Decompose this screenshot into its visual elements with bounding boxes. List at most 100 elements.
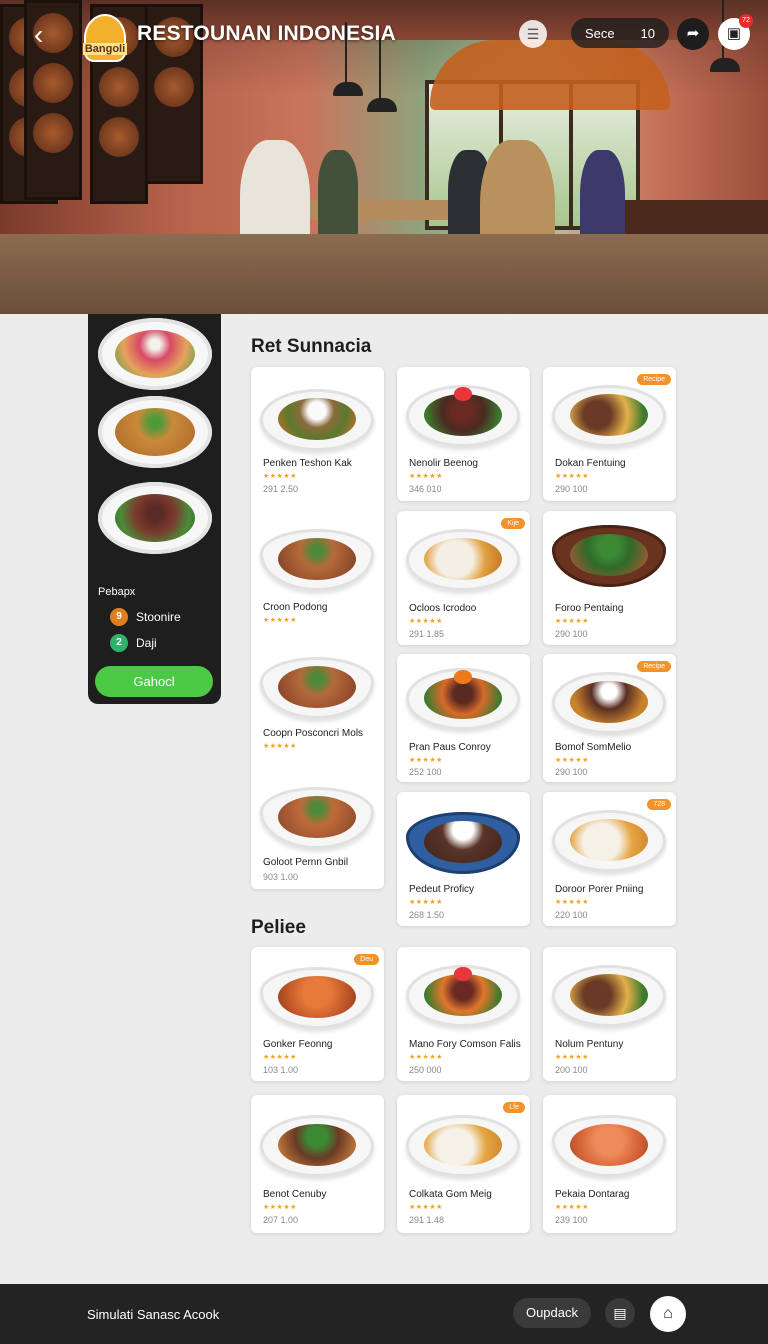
rating-stars: ★★★★★: [555, 1054, 589, 1061]
sidebar-dish[interactable]: [98, 482, 212, 554]
dish-image: [260, 787, 374, 849]
bottom-bar: Simulati Sanasc Acook Oupdack ▤ ⌂: [0, 1284, 768, 1344]
green-circle-icon: 2: [110, 634, 128, 652]
sidebar-option[interactable]: 9 Stoonire: [110, 608, 181, 626]
menu-card[interactable]: 728 Doroor Porer Pniing ★★★★★ 220 100: [543, 792, 676, 926]
dish-name: Benot Cenuby: [263, 1189, 327, 1200]
rating-stars: ★★★★★: [555, 757, 589, 764]
dish-price: 252 100: [409, 767, 442, 777]
menu-card[interactable]: Mano Fory Comson Falis ★★★★★ 250 000: [397, 947, 530, 1081]
menu-card[interactable]: Nenolir Beenog ★★★★★ 346 010: [397, 367, 530, 501]
dish-name: Foroo Pentaing: [555, 603, 624, 614]
dish-image: [406, 965, 520, 1027]
dish-badge: 728: [647, 799, 671, 810]
dish-image: [260, 389, 374, 451]
filter-button[interactable]: ☰: [519, 20, 547, 48]
sidebar-option-label: Daji: [136, 636, 157, 650]
menu-card[interactable]: Benot Cenuby ★★★★★ 207 1.00: [251, 1095, 384, 1233]
rating-stars: ★★★★★: [555, 1204, 589, 1211]
dish-price: 250 000: [409, 1065, 442, 1075]
hero-umbrella: [430, 40, 670, 110]
dish-image: [552, 810, 666, 872]
dish-name: Nolum Pentuny: [555, 1039, 624, 1050]
home-icon: ⌂: [663, 1305, 673, 1322]
sidebar-cta-button[interactable]: Gahocl: [95, 666, 213, 697]
chevron-left-icon: ‹: [34, 19, 44, 50]
section-title: Peliee: [251, 917, 306, 938]
rating-stars: ★★★★★: [409, 757, 443, 764]
dish-name: Pedeut Proficy: [409, 884, 475, 895]
hanging-lamp: [710, 0, 740, 72]
search-pill[interactable]: Sece 10: [571, 18, 669, 48]
search-label: Sece: [585, 25, 615, 41]
menu-card[interactable]: Pekaia Dontarag ★★★★★ 239 100: [543, 1095, 676, 1233]
dish-name: Penken Teshon Kak: [263, 458, 352, 469]
cart-button[interactable]: ▣ 72: [718, 14, 753, 50]
dish-price: 220 100: [555, 910, 588, 920]
dish-name: Coopn Posconcri Mols: [263, 728, 364, 739]
menu-card[interactable]: Foroo Pentaing ★★★★★ 290 100: [543, 511, 676, 645]
rating-stars: ★★★★★: [555, 473, 589, 480]
dish-badge: Recipe: [637, 661, 671, 672]
menu-card[interactable]: Recipe Bomof SomMelio ★★★★★ 290 100: [543, 654, 676, 782]
menu-card[interactable]: Deu Gonker Feonng ★★★★★ 103 1.00: [251, 947, 384, 1081]
sidebar-option[interactable]: 2 Daji: [110, 634, 157, 652]
dish-name: Bomof SomMelio: [555, 742, 632, 753]
dish-image: [260, 529, 374, 591]
dish-price: 346 010: [409, 484, 442, 494]
back-button[interactable]: ‹: [34, 20, 62, 52]
rating-stars: ★★★★★: [263, 1054, 297, 1061]
hanging-lamp: [367, 38, 397, 112]
menu-card[interactable]: Kije Ocloos Icrodoo ★★★★★ 291 1.85: [397, 511, 530, 645]
sidebar-dish[interactable]: [98, 396, 212, 468]
orange-circle-icon: 9: [110, 608, 128, 626]
dish-image: [552, 525, 666, 587]
home-button[interactable]: ⌂: [650, 1296, 686, 1332]
dish-image: [552, 965, 666, 1027]
menu-card[interactable]: Penken Teshon Kak ★★★★★ 291 2.50 Croon P…: [251, 367, 384, 889]
dish-name: Dokan Fentuing: [555, 458, 626, 469]
dish-price: 290 100: [555, 484, 588, 494]
rating-stars: ★★★★★: [555, 899, 589, 906]
dish-image: [552, 385, 666, 447]
dish-price: 207 1.00: [263, 1215, 299, 1225]
chat-button[interactable]: ▤: [605, 1298, 635, 1328]
share-icon: ➦: [686, 25, 700, 42]
rating-stars: ★★★★★: [409, 1204, 443, 1211]
dish-image: [552, 1115, 666, 1177]
dish-badge: Lfe: [503, 1102, 525, 1113]
bottom-status-text: Simulati Sanasc Acook: [87, 1307, 220, 1322]
dish-image: [406, 529, 520, 591]
logo-text: Bangoli: [82, 43, 128, 55]
menu-card[interactable]: Pran Paus Conroy ★★★★★ 252 100: [397, 654, 530, 782]
menu-card[interactable]: Nolum Pentuny ★★★★★ 200 100: [543, 947, 676, 1081]
dish-price: 291 2.50: [263, 484, 299, 494]
dish-name: Pran Paus Conroy: [409, 742, 491, 753]
menu-card[interactable]: Pedeut Proficy ★★★★★ 268 1.50: [397, 792, 530, 926]
feedback-button[interactable]: Oupdack: [513, 1298, 591, 1328]
share-button[interactable]: ➦: [677, 18, 709, 50]
rating-stars: ★★★★★: [263, 473, 297, 480]
dish-name: Doroor Porer Pniing: [555, 884, 644, 895]
category-sidebar: Pebapx 9 Stoonire 2 Daji Gahocl: [88, 314, 221, 704]
dish-image: [406, 668, 520, 730]
sidebar-dish[interactable]: [98, 318, 212, 390]
dish-price: 291 1.85: [409, 629, 445, 639]
dish-image: [260, 657, 374, 719]
dish-image: [406, 812, 520, 874]
rating-stars: ★★★★★: [409, 1054, 443, 1061]
dish-price: 103 1.00: [263, 1065, 299, 1075]
dish-name: Croon Podong: [263, 602, 328, 613]
dish-price: 239 100: [555, 1215, 588, 1225]
dish-badge: Deu: [354, 954, 379, 965]
dish-name: Nenolir Beenog: [409, 458, 478, 469]
menu-card[interactable]: Lfe Colkata Gom Meig ★★★★★ 291 1.48: [397, 1095, 530, 1233]
dish-name: Colkata Gom Meig: [409, 1189, 492, 1200]
sidebar-option-label: Stoonire: [136, 610, 181, 624]
rating-stars: ★★★★★: [555, 618, 589, 625]
dish-name: Goloot Pernn Gnbil: [263, 857, 349, 868]
menu-card[interactable]: Recipe Dokan Fentuing ★★★★★ 290 100: [543, 367, 676, 501]
rating-stars: ★★★★★: [263, 743, 297, 750]
chat-icon: ▤: [613, 1305, 627, 1321]
search-count: 10: [640, 25, 655, 41]
